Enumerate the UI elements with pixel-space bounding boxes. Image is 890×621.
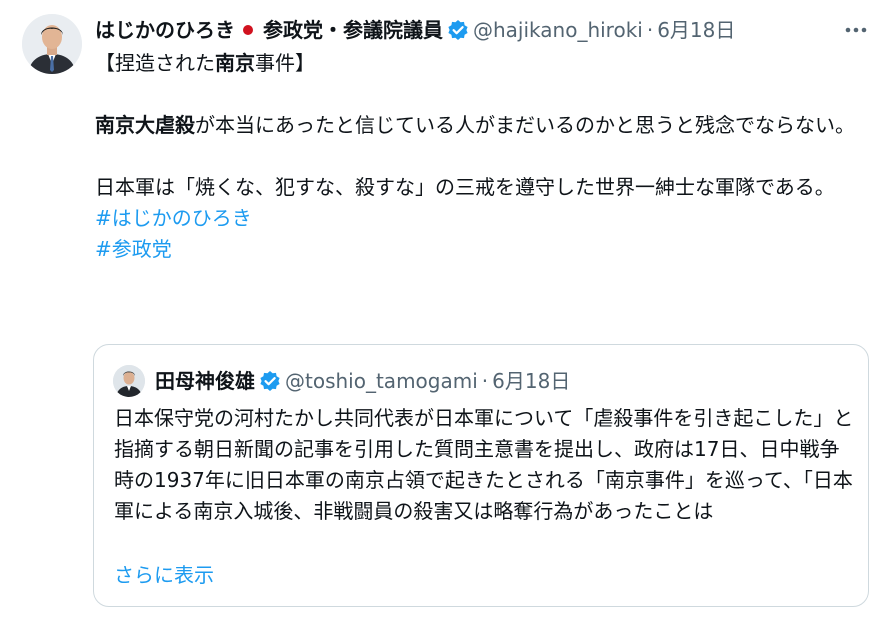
author-avatar[interactable] xyxy=(22,14,82,74)
quoted-author-name[interactable]: 田母神俊雄 xyxy=(155,366,255,396)
author-handle[interactable]: @hajikano_hiroki xyxy=(473,14,643,46)
author-name[interactable]: はじかのひろき xyxy=(95,14,235,46)
tweet-paragraph-1: 南京大虐殺が本当にあったと信じている人がまだいるのかと思うと残念でならない。 xyxy=(95,110,870,141)
tweet-title-open: 【捏造された xyxy=(95,51,215,75)
person-avatar-icon xyxy=(22,14,82,74)
more-options-icon xyxy=(845,27,867,33)
separator-dot: · xyxy=(646,18,654,42)
verified-badge-icon xyxy=(260,371,280,391)
quoted-tweet-date[interactable]: 6月18日 xyxy=(492,366,570,396)
quoted-author-handle[interactable]: @toshio_tamogami xyxy=(285,366,478,396)
more-options-button[interactable] xyxy=(843,18,869,42)
tweet-text: 【捏造された南京事件】 南京大虐殺が本当にあったと信じている人がまだいるのかと思… xyxy=(95,48,870,265)
tweet-title-close: 事件】 xyxy=(255,51,315,75)
quoted-tweet-text: 日本保守党の河村たかし共同代表が日本軍について「虐殺事件を引き起こした」と指摘す… xyxy=(114,406,854,523)
tweet-paragraph-1-bold: 南京大虐殺 xyxy=(95,113,195,137)
author-affiliation[interactable]: 参政党・参議院議員 xyxy=(263,14,443,46)
japan-flag-icon xyxy=(237,21,259,39)
hashtag-link[interactable]: #参政党 xyxy=(95,237,172,261)
person-avatar-icon xyxy=(113,365,145,397)
quoted-author-avatar[interactable] xyxy=(113,365,145,397)
hashtag-link[interactable]: #はじかのひろき xyxy=(95,206,252,230)
tweet-paragraph-1-text: が本当にあったと信じている人がまだいるのかと思うと残念でならない。 xyxy=(195,113,855,137)
quoted-tweet-header: 田母神俊雄 @toshio_tamogami · 6月18日 xyxy=(155,366,570,396)
tweet-header: はじかのひろき 参政党・参議院議員 @hajikano_hiroki · 6月1… xyxy=(95,14,735,46)
verified-badge-icon[interactable] xyxy=(447,19,469,41)
tweet-title-bold: 南京 xyxy=(215,51,255,75)
quoted-tweet-card[interactable]: 田母神俊雄 @toshio_tamogami · 6月18日 日本保守党の河村た… xyxy=(93,344,869,607)
tweet-paragraph-2: 日本軍は「焼くな、犯すな、殺すな」の三戒を遵守した世界一紳士な軍隊である。 xyxy=(95,175,835,199)
separator-dot: · xyxy=(481,369,489,393)
tweet-date[interactable]: 6月18日 xyxy=(657,14,735,46)
show-more-link[interactable]: さらに表示 xyxy=(114,560,214,591)
tweet-title: 【捏造された南京事件】 xyxy=(95,48,870,79)
